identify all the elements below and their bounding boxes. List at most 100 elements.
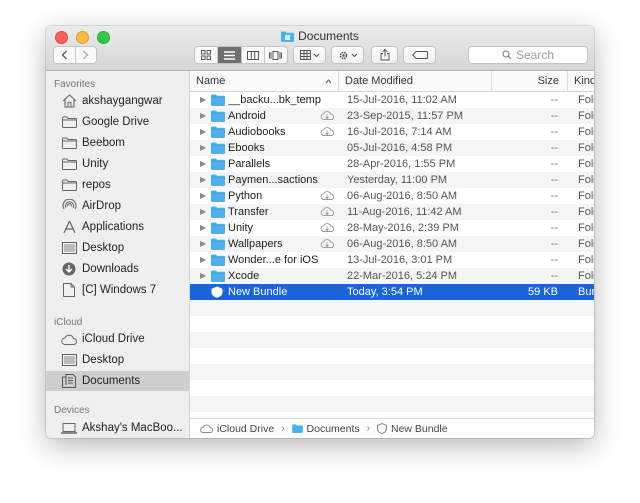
- documents-icon: [61, 374, 77, 388]
- sidebar-item-label: Unity: [82, 158, 109, 170]
- folder-icon: [61, 115, 77, 129]
- folder-icon: [211, 254, 225, 266]
- path-item-icloud-drive[interactable]: iCloud Drive: [217, 423, 274, 435]
- sidebar-item-repos[interactable]: repos: [46, 175, 189, 195]
- tags-button[interactable]: [403, 46, 436, 64]
- sidebar-item-windows-7[interactable]: [C] Windows 7: [46, 280, 189, 300]
- file-row[interactable]: ▶ Xcode 22-Mar-2016, 5:24 PM -- Folder: [190, 268, 594, 284]
- file-list-pane: Name Date Modified Size Kind ▶ __backu...…: [190, 71, 594, 438]
- sidebar-item-desktop[interactable]: Desktop: [46, 238, 189, 258]
- column-kind[interactable]: Kind: [567, 71, 594, 91]
- list-view-button[interactable]: [218, 47, 242, 63]
- cloud-download-icon[interactable]: [320, 190, 334, 201]
- file-row[interactable]: ▶ Python 06-Aug-2016, 8:50 AM -- Folder: [190, 188, 594, 204]
- file-row[interactable]: ▶ Audiobooks 16-Jul-2016, 7:14 AM -- Folder: [190, 124, 594, 140]
- file-row[interactable]: New Bundle Today, 3:54 PM 59 KB Bundle: [190, 284, 594, 300]
- file-row[interactable]: ▶ Parallels 28-Apr-2016, 1:55 PM -- Folder: [190, 156, 594, 172]
- file-size: --: [550, 238, 558, 250]
- file-name: Python: [228, 190, 263, 202]
- disclosure-triangle-icon[interactable]: ▶: [200, 236, 206, 252]
- file-kind: Folder: [578, 270, 594, 282]
- file-row[interactable]: ▶ Android 23-Sep-2015, 11:57 PM -- Folder: [190, 108, 594, 124]
- file-row[interactable]: ▶ Transfer 11-Aug-2016, 11:42 AM -- Folder: [190, 204, 594, 220]
- disclosure-triangle-icon[interactable]: ▶: [200, 188, 206, 204]
- finder-window: Documents Search Favorites akshaygangwar…: [46, 26, 594, 438]
- sidebar-item-label: repos: [82, 179, 111, 191]
- file-row[interactable]: ▶ Ebooks 05-Jul-2016, 4:58 PM -- Folder: [190, 140, 594, 156]
- disclosure-triangle-icon[interactable]: ▶: [200, 252, 206, 268]
- sidebar-item-icloud-documents[interactable]: Documents: [46, 371, 189, 391]
- disclosure-triangle-icon[interactable]: ▶: [200, 220, 206, 236]
- path-item-new-bundle[interactable]: New Bundle: [391, 423, 448, 435]
- sidebar-item-label: Downloads: [82, 263, 139, 275]
- sidebar-item-macbook[interactable]: Akshay's MacBoo...: [46, 418, 189, 438]
- cloud-download-icon[interactable]: [320, 238, 334, 249]
- folder-icon: [281, 31, 295, 42]
- laptop-icon: [61, 421, 77, 435]
- sidebar-item-airdrop[interactable]: AirDrop: [46, 196, 189, 216]
- folder-icon: [211, 110, 225, 122]
- sidebar-item-google-drive[interactable]: Google Drive: [46, 112, 189, 132]
- sidebar-item-beebom[interactable]: Beebom: [46, 133, 189, 153]
- sidebar-item-unity[interactable]: Unity: [46, 154, 189, 174]
- path-bar: iCloud Drive › Documents › New Bundle: [190, 418, 594, 438]
- file-kind: Folder: [578, 94, 594, 106]
- sidebar-item-label: Beebom: [82, 137, 125, 149]
- sidebar-item-label: [C] Windows 7: [82, 284, 157, 296]
- cloud-download-icon[interactable]: [320, 222, 334, 233]
- file-name: Android: [228, 110, 266, 122]
- arrange-button[interactable]: [293, 46, 326, 64]
- file-row[interactable]: ▶ Wallpapers 06-Aug-2016, 8:50 AM -- Folder: [190, 236, 594, 252]
- file-name: Wallpapers: [228, 238, 283, 250]
- file-row[interactable]: ▶ Paymen...sactions Yesterday, 11:00 PM -- F…: [190, 172, 594, 188]
- column-name[interactable]: Name: [190, 71, 338, 91]
- list-view-icon: [223, 50, 235, 60]
- folder-icon: [211, 222, 225, 234]
- file-row[interactable]: ▶ __backu...bk_temp 15-Jul-2016, 11:02 AM -…: [190, 92, 594, 108]
- sidebar-item-icloud-drive[interactable]: iCloud Drive: [46, 329, 189, 349]
- disclosure-triangle-icon[interactable]: ▶: [200, 268, 206, 284]
- cloud-download-icon[interactable]: [320, 126, 334, 137]
- sidebar-item-icloud-desktop[interactable]: Desktop: [46, 350, 189, 370]
- action-button[interactable]: [331, 46, 364, 64]
- sidebar-item-label: Akshay's MacBoo...: [82, 422, 183, 434]
- column-kind-label: Kind: [574, 75, 594, 87]
- file-size: 59 KB: [528, 286, 558, 298]
- icon-view-button[interactable]: [195, 47, 219, 63]
- search-field[interactable]: Search: [468, 46, 588, 64]
- path-item-documents[interactable]: Documents: [307, 423, 360, 435]
- file-size: --: [550, 110, 558, 122]
- sidebar-item-applications[interactable]: Applications: [46, 217, 189, 237]
- back-button[interactable]: [54, 47, 76, 63]
- sidebar-item-downloads[interactable]: Downloads: [46, 259, 189, 279]
- file-size: --: [550, 270, 558, 282]
- chevron-left-icon: [61, 50, 67, 60]
- window-title-text: Documents: [298, 29, 359, 43]
- file-row[interactable]: ▶ Wonder...e for iOS 13-Jul-2016, 3:01 PM -…: [190, 252, 594, 268]
- disclosure-triangle-icon[interactable]: ▶: [200, 172, 206, 188]
- cloud-download-icon[interactable]: [320, 110, 334, 121]
- empty-row: [190, 364, 594, 380]
- file-size: --: [550, 142, 558, 154]
- disclosure-triangle-icon[interactable]: ▶: [200, 156, 206, 172]
- disclosure-triangle-icon[interactable]: ▶: [200, 204, 206, 220]
- sidebar-item-akshaygangwar[interactable]: akshaygangwar: [46, 91, 189, 111]
- cover-flow-button[interactable]: [265, 47, 287, 63]
- file-row[interactable]: ▶ Unity 28-May-2016, 2:39 PM -- Folder: [190, 220, 594, 236]
- forward-button[interactable]: [76, 47, 97, 63]
- nav-buttons: [53, 46, 97, 64]
- disclosure-triangle-icon[interactable]: ▶: [200, 140, 206, 156]
- sidebar-item-label: Desktop: [82, 354, 125, 366]
- file-kind: Folder: [578, 206, 594, 218]
- column-size[interactable]: Size: [491, 71, 567, 91]
- window-title: Documents: [46, 29, 594, 43]
- disclosure-triangle-icon[interactable]: ▶: [200, 92, 206, 108]
- column-view-button[interactable]: [242, 47, 265, 63]
- column-date-modified[interactable]: Date Modified: [338, 71, 491, 91]
- disclosure-triangle-icon[interactable]: ▶: [200, 124, 206, 140]
- share-button[interactable]: [371, 46, 398, 64]
- disclosure-triangle-icon[interactable]: ▶: [200, 108, 206, 124]
- file-name: Ebooks: [228, 142, 265, 154]
- file-kind: Folder: [578, 190, 594, 202]
- cloud-download-icon[interactable]: [320, 206, 334, 217]
